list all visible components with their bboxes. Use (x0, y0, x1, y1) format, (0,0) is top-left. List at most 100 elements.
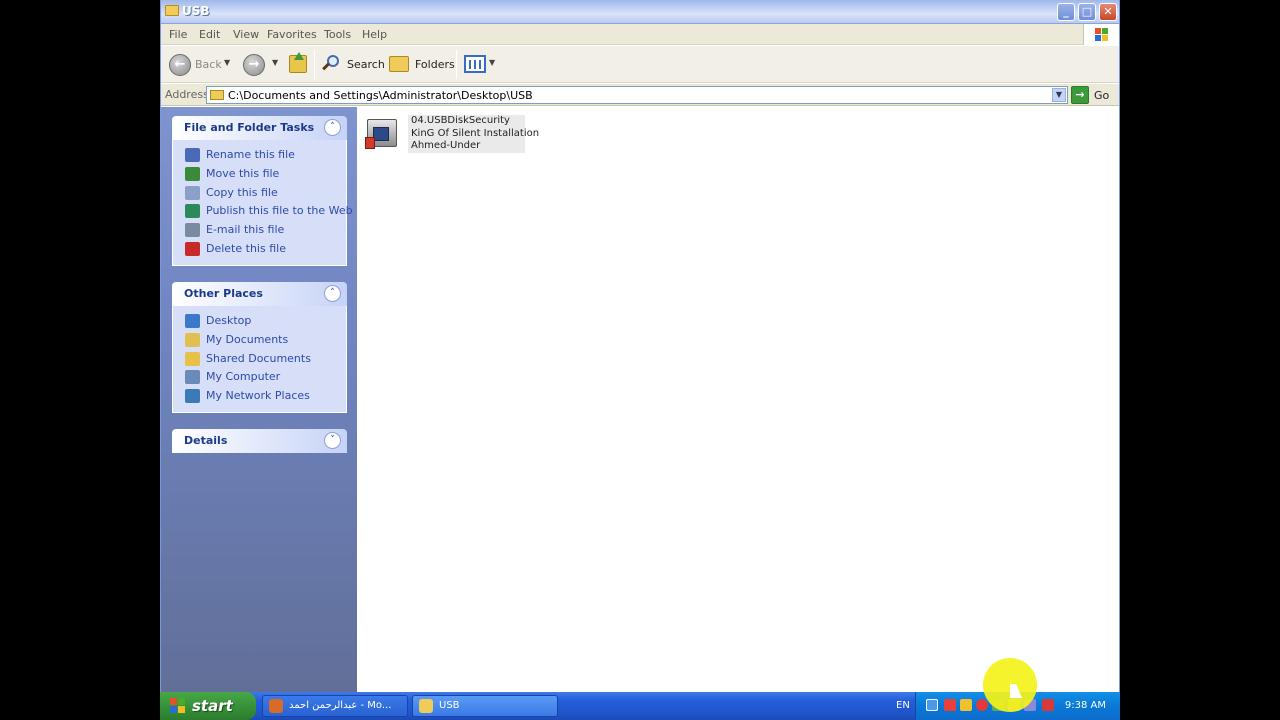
menu-help[interactable]: Help (362, 28, 387, 41)
start-button[interactable]: start (160, 692, 256, 720)
tray-arrow-icon[interactable] (926, 699, 938, 711)
window-title: USB (182, 4, 210, 18)
place-item-label[interactable]: Desktop (206, 314, 251, 327)
back-button[interactable]: Back (195, 58, 222, 71)
toolbar-separator (314, 50, 315, 79)
forward-arrow-icon[interactable]: → (243, 54, 265, 76)
address-field[interactable]: C:\Documents and Settings\Administrator\… (206, 86, 1068, 104)
file-task-item-label[interactable]: Copy this file (206, 186, 278, 199)
file-task-item-label[interactable]: Publish this file to the Web (206, 204, 353, 217)
move-icon (185, 166, 200, 181)
address-bar: Address C:\Documents and Settings\Admini… (161, 84, 1119, 106)
taskbar-item-usb[interactable]: USB (412, 695, 558, 717)
collapse-icon[interactable]: ˄ (324, 285, 341, 302)
place-item-label[interactable]: My Network Places (206, 389, 310, 402)
taskbar-item-label: عبدالرحمن احمد - Mo... (289, 700, 392, 711)
address-value[interactable]: C:\Documents and Settings\Administrator\… (228, 89, 533, 102)
windows-logo (1083, 24, 1119, 45)
go-button[interactable]: → Go (1071, 86, 1117, 104)
menu-tools[interactable]: Tools (324, 28, 351, 41)
copy-icon (185, 185, 200, 200)
folder-icon (419, 699, 433, 713)
place-item-label[interactable]: Shared Documents (206, 352, 311, 365)
other-places-list: Desktop My Documents Shared Documents My Co… (172, 306, 347, 413)
place-item-label[interactable]: My Computer (206, 370, 280, 383)
tray-app-icon[interactable] (976, 699, 988, 711)
desktop-icon (185, 314, 200, 328)
file-task-item[interactable]: Delete this file (173, 240, 346, 259)
search-icon[interactable] (322, 54, 340, 72)
expand-icon[interactable]: ˅ (324, 432, 341, 449)
computer-icon (185, 370, 200, 385)
file-folder-tasks-panel: File and Folder Tasks ˄ Rename this file… (172, 116, 353, 266)
place-item-label[interactable]: My Documents (206, 333, 288, 346)
file-folder-tasks-header[interactable]: File and Folder Tasks ˄ (172, 116, 347, 140)
file-task-item[interactable]: Move this file (173, 165, 346, 184)
title-bar[interactable]: USB _ □ ✕ (161, 0, 1119, 24)
file-list-area[interactable]: 04.USBDiskSecurity KinG Of Silent Instal… (357, 107, 1119, 692)
menu-favorites[interactable]: Favorites (267, 28, 317, 41)
folders-button[interactable]: Folders (415, 58, 455, 71)
back-dropdown-icon[interactable]: ▼ (224, 58, 230, 67)
file-task-item[interactable]: Copy this file (173, 184, 346, 203)
windows-flag-icon (170, 698, 186, 713)
tray-app-icon[interactable] (944, 699, 956, 711)
collapse-icon[interactable]: ˄ (324, 119, 341, 136)
address-dropdown-icon[interactable]: ▼ (1052, 88, 1066, 102)
documents-icon (185, 332, 200, 347)
up-folder-icon[interactable] (289, 52, 307, 73)
place-item[interactable]: My Network Places (173, 387, 346, 406)
back-arrow-icon[interactable]: ← (169, 54, 191, 76)
clock[interactable]: 9:38 AM (1065, 700, 1106, 711)
go-arrow-icon[interactable]: → (1071, 86, 1089, 104)
panel-title: Other Places (184, 287, 263, 300)
explorer-window: USB _ □ ✕ File Edit View Favorites Tools… (160, 0, 1120, 692)
delete-icon (185, 241, 200, 256)
menu-bar: File Edit View Favorites Tools Help (161, 24, 1119, 45)
file-label[interactable]: 04.USBDiskSecurity KinG Of Silent Instal… (408, 115, 539, 153)
file-task-item[interactable]: E-mail this file (173, 221, 346, 240)
menu-view[interactable]: View (233, 28, 259, 41)
file-task-item[interactable]: Rename this file (173, 146, 346, 165)
place-item[interactable]: Shared Documents (173, 350, 346, 369)
email-icon (185, 223, 200, 238)
taskbar-item-firefox[interactable]: عبدالرحمن احمد - Mo... (262, 695, 408, 717)
views-icon[interactable] (464, 55, 486, 73)
forward-dropdown-icon[interactable]: ▼ (272, 58, 278, 67)
place-item[interactable]: Desktop (173, 312, 346, 331)
file-task-item-label[interactable]: E-mail this file (206, 223, 284, 236)
folder-icon (210, 90, 224, 100)
place-item[interactable]: My Computer (173, 368, 346, 387)
menu-edit[interactable]: Edit (199, 28, 220, 41)
language-indicator[interactable]: EN (896, 700, 910, 711)
close-button[interactable]: ✕ (1099, 3, 1117, 21)
maximize-button[interactable]: □ (1078, 3, 1096, 21)
file-task-item-label[interactable]: Rename this file (206, 148, 295, 161)
network-icon (185, 389, 200, 404)
views-dropdown-icon[interactable]: ▼ (489, 58, 495, 67)
taskbar-item-label: USB (439, 700, 460, 711)
file-folder-tasks-list: Rename this file Move this file Copy this … (172, 140, 353, 266)
file-task-item-label[interactable]: Move this file (206, 167, 279, 180)
tray-shield-icon[interactable] (1042, 699, 1054, 711)
installer-icon[interactable] (363, 117, 401, 151)
taskbar: start عبدالرحمن احمد - Mo... USB EN 9:38… (160, 692, 1120, 720)
folders-icon[interactable] (389, 56, 409, 72)
other-places-header[interactable]: Other Places ˄ (172, 282, 347, 306)
details-panel: Details ˅ (172, 429, 347, 453)
panel-title: File and Folder Tasks (184, 121, 315, 134)
file-item[interactable]: 04.USBDiskSecurity KinG Of Silent Instal… (363, 115, 539, 153)
minimize-button[interactable]: _ (1057, 3, 1075, 21)
rename-icon (185, 148, 200, 162)
tray-app-icon[interactable] (960, 699, 972, 711)
file-company: Ahmed-Under (411, 140, 481, 151)
details-header[interactable]: Details ˅ (172, 429, 347, 453)
go-label[interactable]: Go (1094, 89, 1109, 102)
search-button[interactable]: Search (347, 58, 385, 71)
globe-icon (185, 204, 200, 219)
firefox-icon (269, 699, 283, 713)
place-item[interactable]: My Documents (173, 331, 346, 350)
file-task-item[interactable]: Publish this file to the Web (173, 202, 353, 221)
file-task-item-label[interactable]: Delete this file (206, 242, 286, 255)
menu-file[interactable]: File (169, 28, 187, 41)
